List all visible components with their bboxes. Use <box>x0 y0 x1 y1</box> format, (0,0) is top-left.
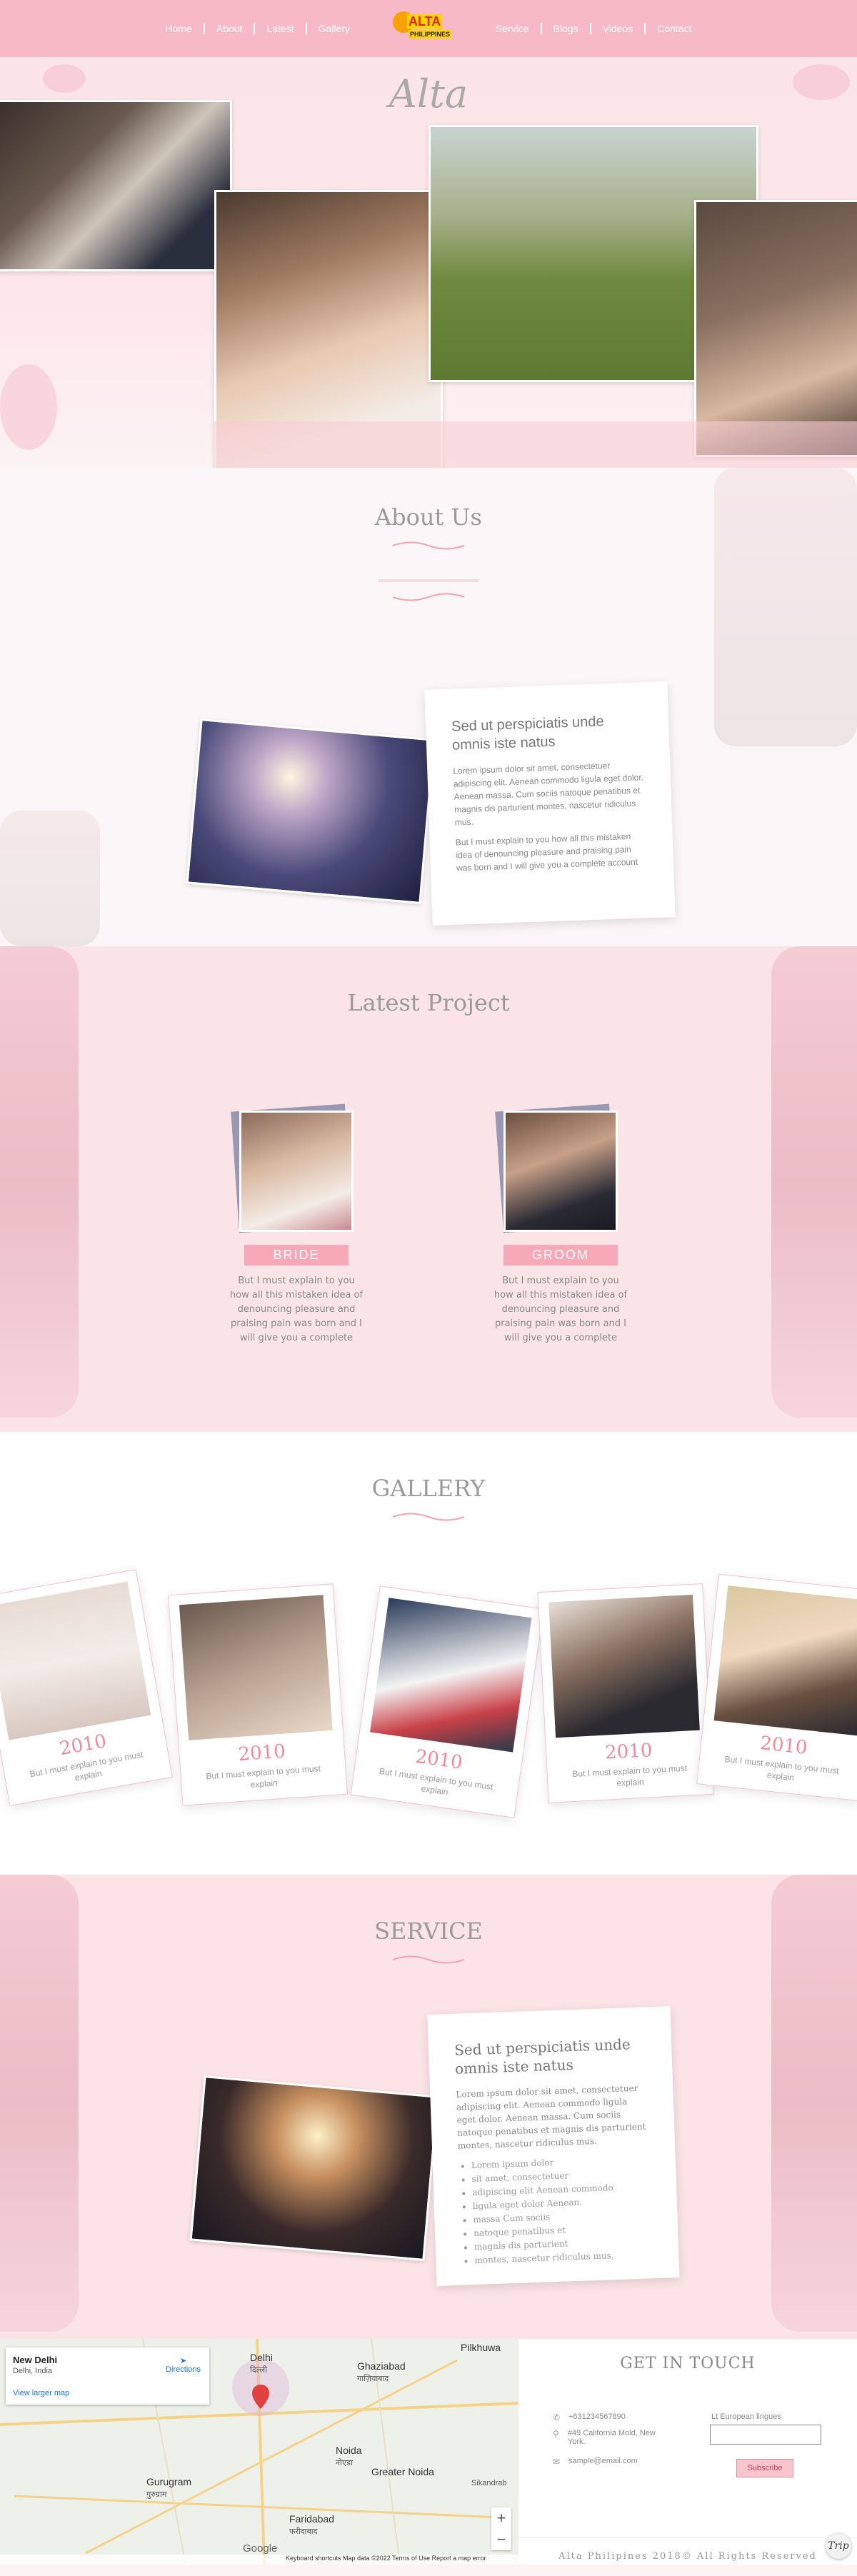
nav-home[interactable]: Home <box>154 23 205 34</box>
service-photo-lights <box>189 2075 439 2261</box>
bride-photo <box>239 1111 354 1232</box>
mail-icon: ✉ <box>553 2457 561 2467</box>
phone-icon: ✆ <box>553 2412 561 2422</box>
gallery-photo-reception <box>0 1581 151 1740</box>
swirl-divider-icon <box>392 541 465 550</box>
groom-photo <box>503 1111 618 1232</box>
floral-border-left <box>0 1875 79 2332</box>
location-pin-icon: ⚲ <box>553 2429 559 2439</box>
gallery-photo-bouquet <box>370 1598 532 1753</box>
gallery-title: GALLERY <box>371 1475 486 1502</box>
groom-text: But I must explain to you how all this m… <box>493 1276 628 1343</box>
footer: Delhi दिल्ली Ghaziabad गाज़ियाबाद Noida … <box>0 2339 857 2565</box>
top-navbar: Home About Latest Gallery ALTA PHILIPPIN… <box>0 0 857 57</box>
hero-photo-groom-boutonniere <box>0 100 232 271</box>
project-card-bride[interactable]: BRIDE But I must explain to you how all … <box>229 1103 364 1345</box>
nav-contact[interactable]: Contact <box>646 23 703 34</box>
gallery-card[interactable]: 2010 But I must explain to you must expl… <box>350 1585 544 1818</box>
gallery-photo-couple-hug <box>179 1595 333 1740</box>
nav-blogs[interactable]: Blogs <box>542 23 591 34</box>
logo[interactable]: ALTA PHILIPPINES <box>387 9 458 49</box>
swirl-divider-icon <box>392 1955 465 1964</box>
about-card: Sed ut perspiciatis unde omnis iste natu… <box>424 681 676 926</box>
project-card-groom[interactable]: GROOM But I must explain to you how all … <box>493 1103 628 1345</box>
nav-right: Service Blogs Videos Contact <box>484 23 703 34</box>
map-attribution[interactable]: Keyboard shortcuts Map data ©2022 Terms … <box>0 2555 518 2565</box>
about-photo-sparklers <box>186 718 436 904</box>
contact-email: ✉ sample@email.com <box>553 2457 638 2467</box>
gallery-card[interactable]: 2010 But I must explain to you must expl… <box>0 1569 173 1806</box>
floral-branch-right <box>714 468 857 746</box>
contact-panel: GET IN TOUCH ✆ +631234567890 ⚲ #49 Califor… <box>518 2339 857 2565</box>
latest-project-section: Latest Project BRIDE But I must explain … <box>0 946 857 1432</box>
service-title: SERVICE <box>374 1918 483 1945</box>
floral-branch-left <box>0 811 100 946</box>
nav-gallery[interactable]: Gallery <box>307 23 361 34</box>
service-paragraph: Lorem ipsum dolor sit amet, consectetuer… <box>456 2083 646 2151</box>
contact-title: GET IN TOUCH <box>620 2355 756 2372</box>
hero-brush-stroke <box>214 421 857 468</box>
nav-left: Home About Latest Gallery <box>154 23 361 34</box>
nav-about[interactable]: About <box>205 23 256 34</box>
nav-latest[interactable]: Latest <box>255 23 307 34</box>
view-larger-map-link[interactable]: View larger map <box>13 2389 69 2397</box>
swirl-divider-icon <box>392 1513 465 1521</box>
zoom-out-button[interactable]: − <box>491 2529 511 2550</box>
gallery-section: GALLERY 2010 But I must explain to you m… <box>0 1432 857 1875</box>
directions-icon: ➤ <box>179 2357 187 2365</box>
trip-badge[interactable]: Trip <box>826 2533 851 2559</box>
subscribe-button[interactable]: Subscribe <box>736 2459 793 2477</box>
service-list: Lorem ipsum dolor sit amet, consectetuer… <box>471 2152 653 2267</box>
hero-section: Alta <box>0 57 857 468</box>
project-title: Latest Project <box>347 989 510 1016</box>
service-heading: Sed ut perspiciatis unde omnis iste natu… <box>453 2035 631 2078</box>
nav-videos[interactable]: Videos <box>591 23 646 34</box>
flower-decoration <box>0 364 57 450</box>
floral-border-right <box>771 946 857 1418</box>
copyright: Alta Philipines 2018© All Rights Reserve… <box>518 2537 857 2562</box>
floral-border-right <box>771 1875 857 2332</box>
gallery-card[interactable]: 2010 But I must explain to you must expl… <box>167 1583 349 1806</box>
floral-border-left <box>0 946 79 1418</box>
about-heading: Sed ut perspiciatis unde omnis iste natu… <box>451 713 604 753</box>
gallery-card[interactable]: 2010 But I must explain to you must expl… <box>537 1583 714 1803</box>
google-logo: Google <box>243 2542 278 2555</box>
bride-text: But I must explain to you how all this m… <box>229 1276 364 1343</box>
gallery-photo-couple-embrace <box>548 1594 700 1738</box>
service-section: SERVICE Sed ut perspiciatis unde omnis i… <box>0 1875 857 2339</box>
nav-service[interactable]: Service <box>484 23 542 34</box>
bride-label: BRIDE <box>244 1245 349 1266</box>
divider-bar <box>379 579 478 582</box>
service-card: Sed ut perspiciatis unde omnis iste natu… <box>427 2006 680 2286</box>
zoom-in-button[interactable]: + <box>491 2507 511 2529</box>
map-info-card: New Delhi Delhi, India ➤ Directions View … <box>6 2347 209 2405</box>
swirl-divider-icon <box>392 593 465 601</box>
about-section: About Us Sed ut perspiciatis unde omnis … <box>0 468 857 946</box>
map-embed[interactable]: Delhi दिल्ली Ghaziabad गाज़ियाबाद Noida … <box>0 2339 518 2565</box>
gallery-card[interactable]: 2010 But I must explain to you must expl… <box>696 1573 857 1802</box>
about-paragraph: Lorem ipsum dolor sit amet, consectetuer… <box>453 761 644 828</box>
gallery-photo-foreheads <box>713 1585 857 1736</box>
newsletter-label: Lt European lingues <box>711 2412 781 2421</box>
map-zoom-controls: + − <box>491 2507 511 2550</box>
contact-phone: ✆ +631234567890 <box>553 2412 626 2422</box>
directions-link[interactable]: ➤ Directions <box>166 2356 201 2374</box>
about-paragraph: But I must explain to you how all this m… <box>455 831 638 873</box>
groom-label: GROOM <box>503 1245 618 1266</box>
hero-photo-hands-ring <box>694 200 857 457</box>
contact-address: ⚲ #49 California Mold, New York. <box>553 2429 656 2446</box>
newsletter-email-input[interactable] <box>710 2425 821 2445</box>
